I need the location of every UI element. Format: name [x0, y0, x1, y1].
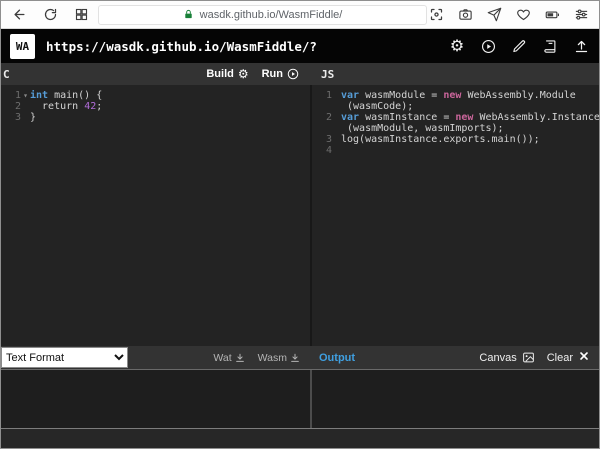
upload-icon[interactable] [572, 37, 590, 55]
code-text: var wasmInstance = new WebAssembly.Insta… [341, 112, 599, 123]
line-number: 2 [1, 101, 21, 112]
code-line[interactable]: 2 var wasmInstance = new WebAssembly.Inst… [312, 112, 599, 123]
build-run-group: Build ⚙ Run [206, 68, 312, 80]
build-label: Build [206, 68, 234, 80]
line-number: 3 [1, 112, 21, 123]
fold-gutter [332, 134, 341, 145]
download-icon [290, 353, 300, 363]
header-action-group: ⚙ [448, 37, 590, 55]
apps-grid-icon[interactable] [72, 6, 90, 24]
download-wat-button[interactable]: Wat [213, 352, 244, 364]
edit-pen-icon[interactable] [510, 37, 528, 55]
wat-label: Wat [213, 352, 231, 364]
code-text: var wasmModule = new WebAssembly.Module [341, 90, 576, 101]
code-text: } [30, 112, 36, 123]
code-line[interactable]: 2 return 42; [1, 101, 310, 112]
editor-split: 1▾int main() {2 return 42;3} 1var wasmMo… [1, 85, 599, 346]
line-number [312, 101, 332, 112]
back-icon[interactable] [10, 6, 28, 24]
output-pane-left[interactable] [1, 370, 312, 428]
output-toolbar-left: Text Format Wat Wasm [1, 346, 312, 369]
js-pane-toolbar: JS [312, 63, 599, 85]
url-text[interactable]: wasdk.github.io/WasmFiddle/ [200, 9, 343, 21]
code-text: (wasmCode); [341, 101, 413, 112]
run-play-icon[interactable] [479, 37, 497, 55]
fiddle-url-title: https://wasdk.github.io/WasmFiddle/? [46, 39, 317, 54]
code-line[interactable]: 1▾int main() { [1, 90, 310, 101]
code-text: log(wasmInstance.exports.main()); [341, 134, 540, 145]
code-line[interactable]: 3 log(wasmInstance.exports.main()); [312, 134, 599, 145]
browser-chrome: wasdk.github.io/WasmFiddle/ [1, 1, 599, 29]
image-icon [522, 351, 535, 364]
download-group: Wat Wasm [213, 352, 312, 364]
heart-icon[interactable] [514, 6, 532, 24]
tune-icon[interactable] [572, 6, 590, 24]
fold-gutter [21, 101, 30, 112]
code-line[interactable]: 4 [312, 145, 599, 156]
line-number: 4 [312, 145, 332, 156]
capture-icon[interactable] [427, 6, 445, 24]
code-line[interactable]: (wasmCode); [312, 101, 599, 112]
output-toolbar: Text Format Wat Wasm Output Canvas [1, 346, 599, 369]
address-bar[interactable]: wasdk.github.io/WasmFiddle/ [98, 5, 427, 25]
browser-nav-group [10, 6, 90, 24]
canvas-button[interactable]: Canvas [479, 351, 534, 364]
code-text: return 42; [30, 101, 102, 112]
output-pane-right[interactable] [312, 370, 599, 428]
wasm-label: Wasm [258, 352, 287, 364]
format-select[interactable]: Text Format [1, 347, 128, 368]
download-wasm-button[interactable]: Wasm [258, 352, 300, 364]
run-play-circle-icon [287, 68, 299, 80]
fold-gutter [332, 90, 341, 101]
reload-icon[interactable] [41, 6, 59, 24]
canvas-label: Canvas [479, 352, 516, 364]
c-pane-label: C [1, 68, 10, 81]
output-toolbar-right: Output Canvas Clear [312, 346, 599, 369]
fold-gutter [332, 123, 341, 134]
output-split [1, 369, 599, 428]
battery-icon[interactable] [543, 6, 561, 24]
code-text: int main() { [30, 90, 102, 101]
lock-icon [183, 9, 195, 21]
fold-gutter [21, 112, 30, 123]
fold-gutter [332, 101, 341, 112]
bottom-panel [1, 428, 599, 449]
build-button[interactable]: Build ⚙ [206, 68, 248, 80]
fold-gutter [332, 112, 341, 123]
c-code-editor[interactable]: 1▾int main() {2 return 42;3} [1, 85, 312, 346]
docs-book-icon[interactable] [541, 37, 559, 55]
output-tab-label[interactable]: Output [319, 352, 355, 364]
line-number [312, 123, 332, 134]
wasmfiddle-logo[interactable]: WA [10, 34, 35, 59]
code-text: (wasmModule, wasmImports); [341, 123, 504, 134]
line-number: 1 [1, 90, 21, 101]
line-number: 2 [312, 112, 332, 123]
run-button[interactable]: Run [262, 68, 299, 80]
code-line[interactable]: (wasmModule, wasmImports); [312, 123, 599, 134]
editor-toolbar: C Build ⚙ Run JS [1, 63, 599, 85]
fold-icon[interactable]: ▾ [21, 90, 30, 101]
send-icon[interactable] [485, 6, 503, 24]
fold-gutter [332, 145, 341, 156]
code-line[interactable]: 3} [1, 112, 310, 123]
build-gear-icon: ⚙ [238, 68, 249, 80]
c-pane-toolbar: C Build ⚙ Run [1, 63, 312, 85]
canvas-clear-group: Canvas Clear [479, 350, 599, 365]
browser-window: wasdk.github.io/WasmFiddle/ WA [0, 0, 600, 449]
js-code-editor[interactable]: 1 var wasmModule = new WebAssembly.Module… [312, 85, 599, 346]
close-icon [578, 350, 590, 365]
code-line[interactable]: 1 var wasmModule = new WebAssembly.Module [312, 90, 599, 101]
app-header: WA https://wasdk.github.io/WasmFiddle/? … [1, 29, 599, 63]
camera-icon[interactable] [456, 6, 474, 24]
settings-gear-icon[interactable]: ⚙ [448, 37, 466, 55]
line-number: 1 [312, 90, 332, 101]
clear-label: Clear [547, 352, 573, 364]
run-label: Run [262, 68, 283, 80]
download-icon [235, 353, 245, 363]
browser-action-group [427, 6, 590, 24]
js-pane-label: JS [319, 68, 334, 81]
clear-button[interactable]: Clear [547, 350, 590, 365]
line-number: 3 [312, 134, 332, 145]
